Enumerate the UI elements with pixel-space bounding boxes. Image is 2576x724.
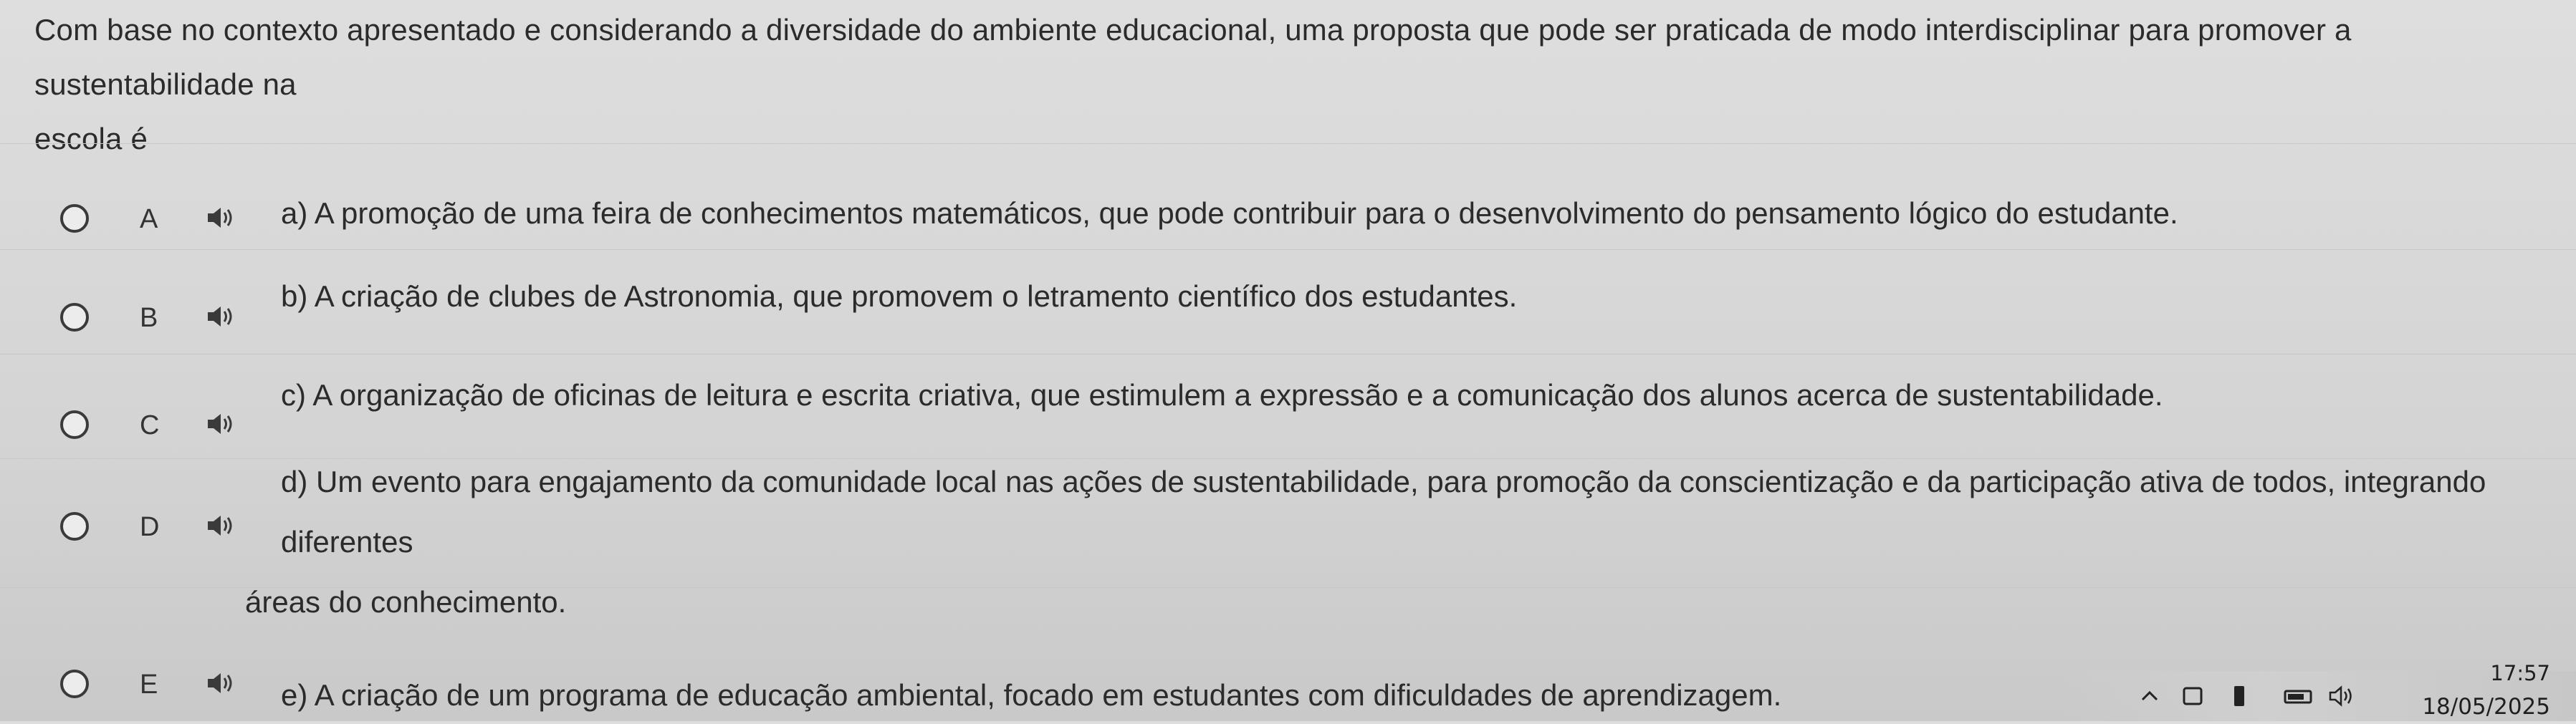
speaker-icon[interactable]	[206, 206, 235, 230]
radio-e[interactable]	[60, 670, 89, 698]
option-text-a-line: a) A promoção de uma feira de conhecimen…	[281, 196, 2178, 230]
option-c[interactable]: C c) A organização de oficinas de leitur…	[0, 354, 2576, 459]
option-letter-e: E	[140, 670, 158, 700]
speaker-icon[interactable]	[206, 671, 235, 695]
clock-date[interactable]: 18/05/2025	[2422, 694, 2550, 720]
option-text-c: c) A organização de oficinas de leitura …	[281, 369, 2552, 422]
network-icon[interactable]	[2282, 684, 2314, 708]
option-letter-d: D	[140, 512, 160, 542]
option-a[interactable]: A a) A promoção de uma feira de conhecim…	[0, 143, 2576, 250]
option-b[interactable]: B b) A criação de clubes de Astronomia, …	[0, 249, 2576, 354]
option-letter-a: A	[140, 204, 158, 234]
radio-d[interactable]	[60, 512, 89, 541]
option-text-b: b) A criação de clubes de Astronomia, qu…	[281, 270, 2552, 323]
option-text-d-line-1: d) Um evento para engajamento da comunid…	[281, 465, 2486, 559]
option-text-c-line: c) A organização de oficinas de leitura …	[281, 378, 2163, 412]
speaker-icon[interactable]	[206, 412, 235, 436]
speaker-icon[interactable]	[206, 513, 235, 538]
option-text-a: a) A promoção de uma feira de conhecimen…	[281, 187, 2552, 240]
radio-b[interactable]	[60, 303, 89, 332]
volume-icon[interactable]	[2329, 684, 2355, 708]
radio-c[interactable]	[60, 410, 89, 439]
question-text: Com base no contexto apresentado e consi…	[34, 3, 2542, 166]
option-letter-b: B	[140, 303, 158, 333]
keyboard-icon[interactable]	[2182, 684, 2203, 708]
option-d[interactable]: D d) Um evento para engajamento da comun…	[0, 458, 2576, 619]
battery-icon[interactable]	[2232, 684, 2246, 708]
radio-a[interactable]	[60, 204, 89, 233]
question-line-1: Com base no contexto apresentado e consi…	[34, 13, 2352, 101]
option-text-b-line: b) A criação de clubes de Astronomia, qu…	[281, 279, 1518, 313]
speaker-icon[interactable]	[206, 304, 235, 329]
option-letter-c: C	[140, 410, 160, 440]
chevron-up-icon[interactable]	[2139, 684, 2160, 708]
clock-time[interactable]: 17:57	[2490, 661, 2550, 685]
